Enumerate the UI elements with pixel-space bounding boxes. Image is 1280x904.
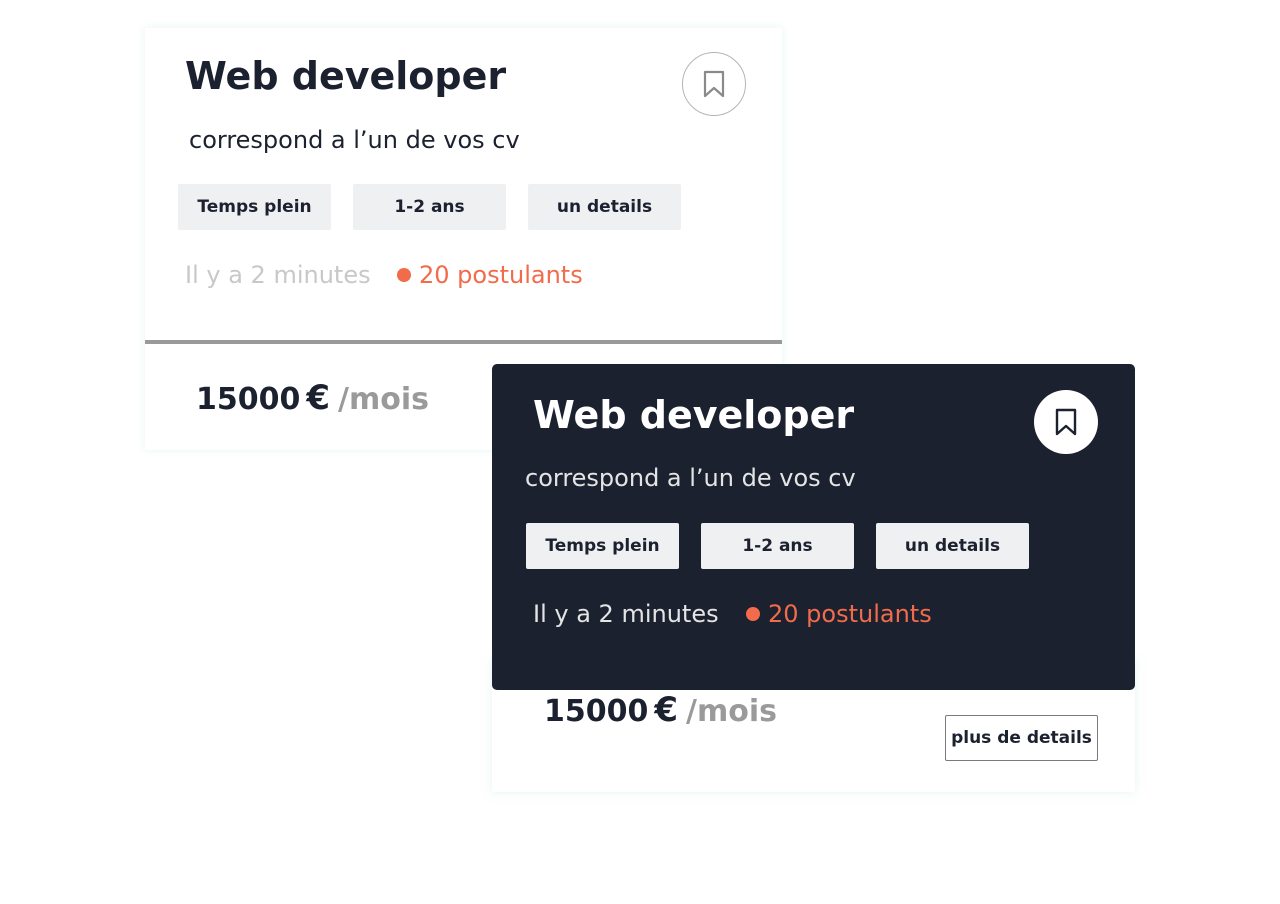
status-dot-icon [746,607,760,621]
bookmark-icon [1055,408,1077,436]
salary-currency: € [306,378,331,418]
tag-experience[interactable]: 1-2 ans [353,184,506,230]
posted-time: Il y a 2 minutes [185,261,371,289]
bookmark-icon [703,70,725,98]
salary: 15000 € /mois [544,690,777,730]
salary-period: /mois [338,382,430,417]
tag-details[interactable]: un details [528,184,681,230]
cv-match-text: correspond a l’un de vos cv [189,126,520,154]
job-title: Web developer [185,54,507,98]
cv-match-text: correspond a l’un de vos cv [525,464,856,492]
applicants-label: 20 postulants [419,261,583,289]
salary-currency: € [654,690,679,730]
salary-amount: 15000 [544,694,649,729]
posted-time: Il y a 2 minutes [533,600,719,628]
applicants-label: 20 postulants [768,600,932,628]
tag-details[interactable]: un details [876,523,1029,569]
applicants-count: 20 postulants [397,261,583,289]
bookmark-button[interactable] [1034,390,1098,454]
salary-period: /mois [686,694,778,729]
job-card-header: Web developer correspond a l’un de vos c… [145,28,782,344]
job-cards-canvas: Web developer correspond a l’un de vos c… [0,0,1280,904]
tag-contract-type[interactable]: Temps plein [178,184,331,230]
job-card-dark[interactable]: Web developer correspond a l’un de vos c… [492,364,1135,690]
tag-contract-type[interactable]: Temps plein [526,523,679,569]
bookmark-button[interactable] [682,52,746,116]
tag-experience[interactable]: 1-2 ans [701,523,854,569]
job-title: Web developer [533,393,855,437]
salary: 15000 € /mois [196,378,429,418]
applicants-count: 20 postulants [746,600,932,628]
salary-amount: 15000 [196,382,301,417]
more-details-button[interactable]: plus de details [945,715,1098,761]
status-dot-icon [397,268,411,282]
